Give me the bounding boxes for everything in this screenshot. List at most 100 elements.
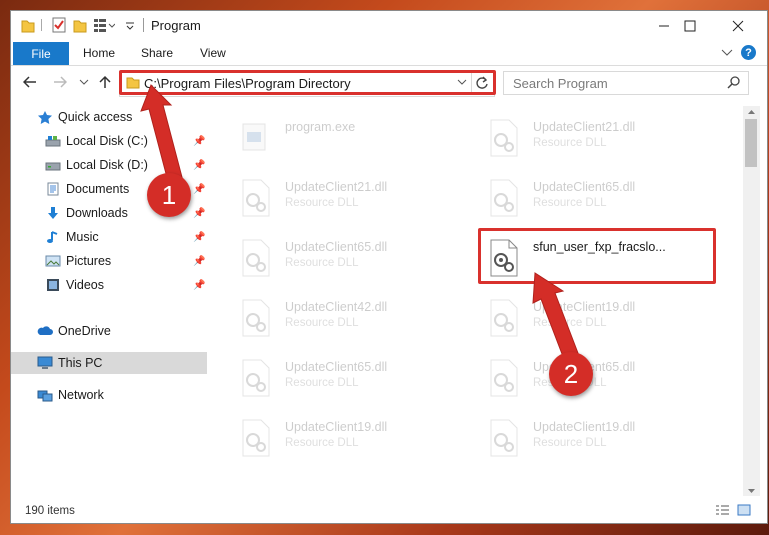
file-name: UpdateClient21.dll xyxy=(533,120,636,134)
file-list: program.exe UpdateClient21.dll Resource … xyxy=(217,106,742,496)
file-item[interactable]: UpdateClient19.dll Resource DLL xyxy=(487,416,707,464)
network-icon xyxy=(37,390,53,402)
tab-home[interactable]: Home xyxy=(83,46,115,60)
documents-icon xyxy=(47,182,59,196)
nav-item-label: Documents xyxy=(66,182,130,196)
videos-icon xyxy=(47,279,59,291)
expand-ribbon-icon[interactable] xyxy=(721,49,733,57)
file-type: Resource DLL xyxy=(285,437,359,449)
dll-gear-icon xyxy=(490,179,518,217)
annotation-step-2: 2 xyxy=(549,352,593,396)
pin-icon[interactable]: 📌 xyxy=(193,256,205,267)
dll-gear-icon xyxy=(490,299,518,337)
scroll-up-icon[interactable] xyxy=(747,109,756,115)
new-folder-icon[interactable] xyxy=(73,17,87,33)
nav-item-label: Music xyxy=(66,230,99,244)
nav-network[interactable]: Network xyxy=(11,384,207,406)
close-button[interactable] xyxy=(715,11,761,41)
close-icon xyxy=(732,20,744,32)
tab-share[interactable]: Share xyxy=(141,46,173,60)
music-icon xyxy=(47,231,58,243)
scroll-down-icon[interactable] xyxy=(747,488,756,494)
nav-videos[interactable]: Videos 📌 xyxy=(11,274,207,296)
nav-quick-access-label: Quick access xyxy=(58,110,133,124)
dll-gear-icon xyxy=(242,239,270,277)
dll-gear-icon xyxy=(242,359,270,397)
file-item[interactable]: UpdateClient65.dll Resource DLL xyxy=(239,356,459,404)
star-icon xyxy=(38,111,52,124)
forward-button[interactable] xyxy=(53,76,67,88)
pin-icon[interactable]: 📌 xyxy=(193,208,205,219)
file-type: Resource DLL xyxy=(285,197,359,209)
exe-icon xyxy=(242,123,266,151)
recent-locations-button[interactable] xyxy=(79,79,89,87)
pin-icon[interactable]: 📌 xyxy=(193,232,205,243)
title-bar: Program xyxy=(11,11,767,41)
file-name: UpdateClient42.dll xyxy=(285,300,388,314)
file-type: Resource DLL xyxy=(285,257,359,269)
nav-pictures[interactable]: Pictures 📌 xyxy=(11,250,207,272)
up-button[interactable] xyxy=(99,75,111,89)
annotation-step-1: 1 xyxy=(147,173,191,217)
nav-item-label: Local Disk (C:) xyxy=(66,134,148,148)
drive-icon xyxy=(45,136,61,147)
file-item[interactable]: UpdateClient65.dll Resource DLL xyxy=(487,176,707,224)
help-icon: ? xyxy=(745,46,752,59)
window-title: Program xyxy=(151,18,201,33)
drive-icon xyxy=(45,162,61,171)
nav-this-pc[interactable]: This PC xyxy=(11,352,207,374)
file-name: UpdateClient19.dll xyxy=(533,420,636,434)
nav-item-label: Downloads xyxy=(66,206,128,220)
folder-icon xyxy=(21,20,35,33)
file-item[interactable]: UpdateClient19.dll Resource DLL xyxy=(239,416,459,464)
properties-icon[interactable] xyxy=(51,17,67,33)
file-item[interactable]: UpdateClient21.dll Resource DLL xyxy=(239,176,459,224)
file-name: UpdateClient21.dll xyxy=(285,180,388,194)
file-type: Resource DLL xyxy=(533,437,607,449)
view-options-icon[interactable] xyxy=(93,17,115,33)
nav-music[interactable]: Music 📌 xyxy=(11,226,207,248)
back-button[interactable] xyxy=(23,76,37,88)
file-item[interactable]: UpdateClient42.dll Resource DLL xyxy=(239,296,459,344)
nav-item-label: Pictures xyxy=(66,254,112,268)
pictures-icon xyxy=(45,255,61,267)
nav-onedrive[interactable]: OneDrive xyxy=(11,320,207,342)
file-type: Resource DLL xyxy=(285,317,359,329)
large-icons-view-icon[interactable] xyxy=(737,504,751,516)
file-item[interactable]: program.exe xyxy=(239,116,459,164)
help-button[interactable]: ? xyxy=(741,45,756,60)
file-item[interactable]: UpdateClient65.dll Resource DLL xyxy=(239,236,459,284)
file-name: UpdateClient65.dll xyxy=(533,180,636,194)
details-view-icon[interactable] xyxy=(715,504,729,516)
nav-network-label: Network xyxy=(58,388,104,402)
file-type: Resource DLL xyxy=(285,377,359,389)
pin-icon[interactable]: 📌 xyxy=(193,280,205,291)
customize-qa-icon[interactable] xyxy=(125,17,135,33)
file-name: UpdateClient65.dll xyxy=(285,360,388,374)
status-item-count: 190 items xyxy=(25,505,75,517)
dll-gear-icon xyxy=(242,179,270,217)
search-placeholder[interactable]: Search Program xyxy=(513,76,608,91)
tab-view[interactable]: View xyxy=(200,46,226,60)
qa-divider xyxy=(41,19,42,31)
ribbon-divider xyxy=(11,65,767,66)
tab-file[interactable]: File xyxy=(13,42,69,65)
downloads-icon xyxy=(48,207,58,219)
nav-item-label: Videos xyxy=(66,278,104,292)
file-name: UpdateClient65.dll xyxy=(285,240,388,254)
dll-gear-icon xyxy=(490,419,518,457)
nav-this-pc-label: This PC xyxy=(58,356,103,370)
maximize-button[interactable] xyxy=(667,11,713,41)
search-icon[interactable] xyxy=(727,76,740,89)
nav-item-label: Local Disk (D:) xyxy=(66,158,148,172)
file-name: program.exe xyxy=(285,120,356,134)
onedrive-icon xyxy=(37,326,53,335)
dll-gear-icon xyxy=(490,119,518,157)
file-type: Resource DLL xyxy=(533,137,607,149)
scrollbar-thumb[interactable] xyxy=(745,119,757,167)
title-divider xyxy=(143,18,144,32)
file-item[interactable]: UpdateClient21.dll Resource DLL xyxy=(487,116,707,164)
dll-gear-icon xyxy=(242,419,270,457)
maximize-icon xyxy=(684,20,696,32)
computer-icon xyxy=(37,356,53,369)
